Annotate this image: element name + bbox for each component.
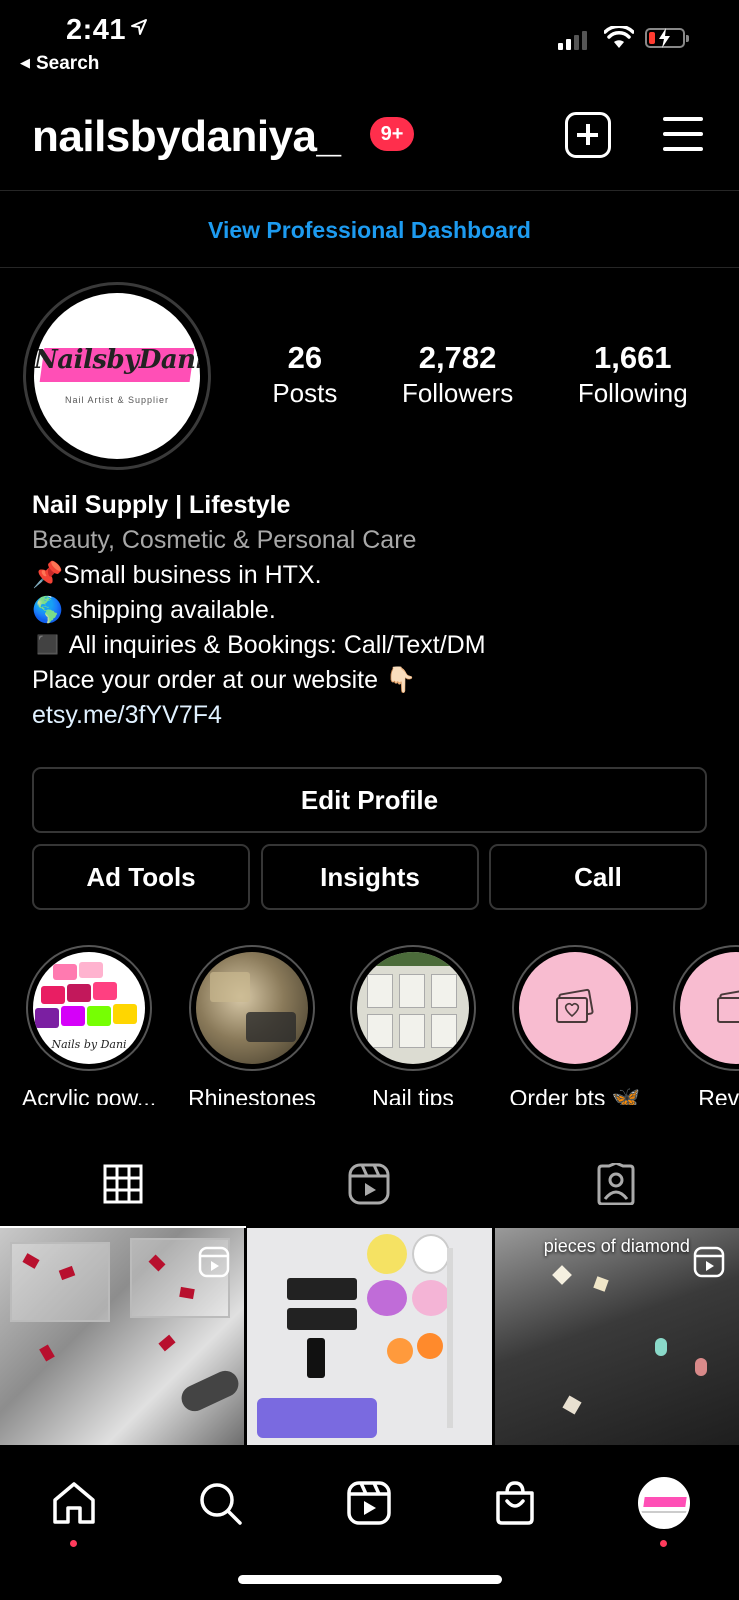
status-time: 2:41 <box>66 14 127 46</box>
bio-website-link[interactable]: etsy.me/3fYV7F4 <box>32 698 712 733</box>
highlight-image <box>357 952 469 1064</box>
tab-reels[interactable] <box>246 1140 492 1228</box>
grid-post[interactable] <box>247 1228 492 1445</box>
call-button[interactable]: Call <box>489 844 707 910</box>
profile-avatar-icon <box>638 1477 690 1529</box>
wifi-icon <box>604 26 634 48</box>
tab-tagged[interactable] <box>493 1140 739 1228</box>
profile-bio: Nail Supply | Lifestyle Beauty, Cosmetic… <box>32 488 712 733</box>
photos-heart-icon <box>556 988 594 1023</box>
bio-line: Place your order at our website 👇🏻 <box>32 666 417 694</box>
highlight-image <box>680 952 739 1064</box>
back-to-search-link[interactable]: ◀ Search <box>20 53 99 75</box>
stat-value: 26 <box>287 340 323 375</box>
reels-icon <box>348 1163 390 1205</box>
hamburger-menu-icon[interactable] <box>663 117 703 151</box>
cellular-signal-icon <box>558 28 587 50</box>
highlight-watermark: Nails by Dani <box>51 1038 127 1051</box>
highlight-acrylic-powder[interactable]: Nails by Dani Acrylic pow... <box>9 945 169 1105</box>
profile-stats: 26 Posts 2,782 Followers 1,661 Following <box>240 340 720 409</box>
avatar-logo-image: NailsbyDaniya Nail Artist & Supplier <box>34 293 200 459</box>
profile-notification-dot <box>660 1540 667 1547</box>
highlight-nail-tips[interactable]: Nail tips <box>333 945 493 1105</box>
profile-avatar[interactable]: NailsbyDaniya Nail Artist & Supplier <box>23 282 211 470</box>
stat-label: Followers <box>401 378 514 408</box>
highlight-label: Rhinestones <box>188 1085 316 1105</box>
bio-line: ◼️ All inquiries & Bookings: Call/Text/D… <box>32 631 486 659</box>
nav-search[interactable] <box>190 1473 250 1533</box>
nav-profile[interactable] <box>634 1473 694 1533</box>
stat-following[interactable]: 1,661 Following <box>578 340 688 409</box>
highlight-image: Nails by Dani <box>33 952 145 1064</box>
highlight-label: Order bts 🦋 <box>509 1085 641 1105</box>
highlight-label: Review <box>698 1085 739 1105</box>
story-highlights: Nails by Dani Acrylic pow... Rhinestones… <box>0 945 739 1105</box>
notification-badge[interactable]: 9+ <box>370 117 414 151</box>
grid-post[interactable] <box>0 1228 245 1445</box>
divider <box>0 190 739 191</box>
shopping-bag-icon <box>496 1481 534 1525</box>
avatar-logo-text: NailsbyDaniya <box>34 345 200 375</box>
highlight-review[interactable]: Review <box>656 945 739 1105</box>
highlight-rhinestones[interactable]: Rhinestones <box>172 945 332 1105</box>
insights-button[interactable]: Insights <box>261 844 479 910</box>
reel-indicator-icon <box>693 1246 725 1278</box>
bio-category: Beauty, Cosmetic & Personal Care <box>32 526 417 554</box>
profile-header: nailsbydaniya_ 9+ <box>0 100 739 190</box>
highlight-image <box>196 952 308 1064</box>
create-post-icon[interactable] <box>565 112 611 158</box>
edit-profile-button[interactable]: Edit Profile <box>32 767 707 833</box>
grid-post[interactable]: pieces of diamond <box>494 1228 739 1445</box>
reels-icon <box>347 1481 391 1525</box>
grid-icon <box>103 1164 143 1204</box>
bio-line: 📌Small business in HTX. <box>32 561 322 589</box>
back-triangle-icon: ◀ <box>20 55 30 70</box>
home-notification-dot <box>70 1540 77 1547</box>
reel-indicator-icon <box>199 1246 230 1278</box>
ad-tools-button[interactable]: Ad Tools <box>32 844 250 910</box>
profile-tabs <box>0 1140 739 1228</box>
tab-grid[interactable] <box>0 1140 247 1228</box>
search-icon <box>200 1483 242 1525</box>
posts-grid: pieces of diamond <box>0 1228 739 1445</box>
stat-value: 1,661 <box>593 340 672 375</box>
highlight-label: Acrylic pow... <box>21 1085 157 1105</box>
status-bar: 2:41 ◀ Search <box>0 0 739 95</box>
bio-name: Nail Supply | Lifestyle <box>32 491 291 519</box>
stat-followers[interactable]: 2,782 Followers <box>402 340 513 409</box>
highlight-order-bts[interactable]: Order bts 🦋 <box>495 945 655 1105</box>
photos-heart-icon <box>717 988 739 1023</box>
nav-shop[interactable] <box>485 1473 545 1533</box>
home-icon <box>53 1482 95 1524</box>
avatar-logo-subtitle: Nail Artist & Supplier <box>64 395 170 405</box>
home-indicator[interactable] <box>238 1575 502 1584</box>
professional-dashboard-link[interactable]: View Professional Dashboard <box>0 192 739 268</box>
bio-line: 🌎 shipping available. <box>32 596 276 624</box>
stat-value: 2,782 <box>418 340 497 375</box>
username-title[interactable]: nailsbydaniya_ <box>32 112 341 162</box>
stat-posts[interactable]: 26 Posts <box>272 340 337 409</box>
highlight-image <box>519 952 631 1064</box>
highlight-label: Nail tips <box>372 1085 454 1105</box>
stat-label: Following <box>577 378 688 408</box>
battery-icon <box>645 28 689 48</box>
stat-label: Posts <box>272 378 338 408</box>
back-label: Search <box>36 53 100 74</box>
location-arrow-icon <box>131 19 147 35</box>
tagged-user-icon <box>597 1163 635 1205</box>
nav-reels[interactable] <box>339 1473 399 1533</box>
divider <box>0 267 739 268</box>
nav-home[interactable] <box>44 1473 104 1533</box>
